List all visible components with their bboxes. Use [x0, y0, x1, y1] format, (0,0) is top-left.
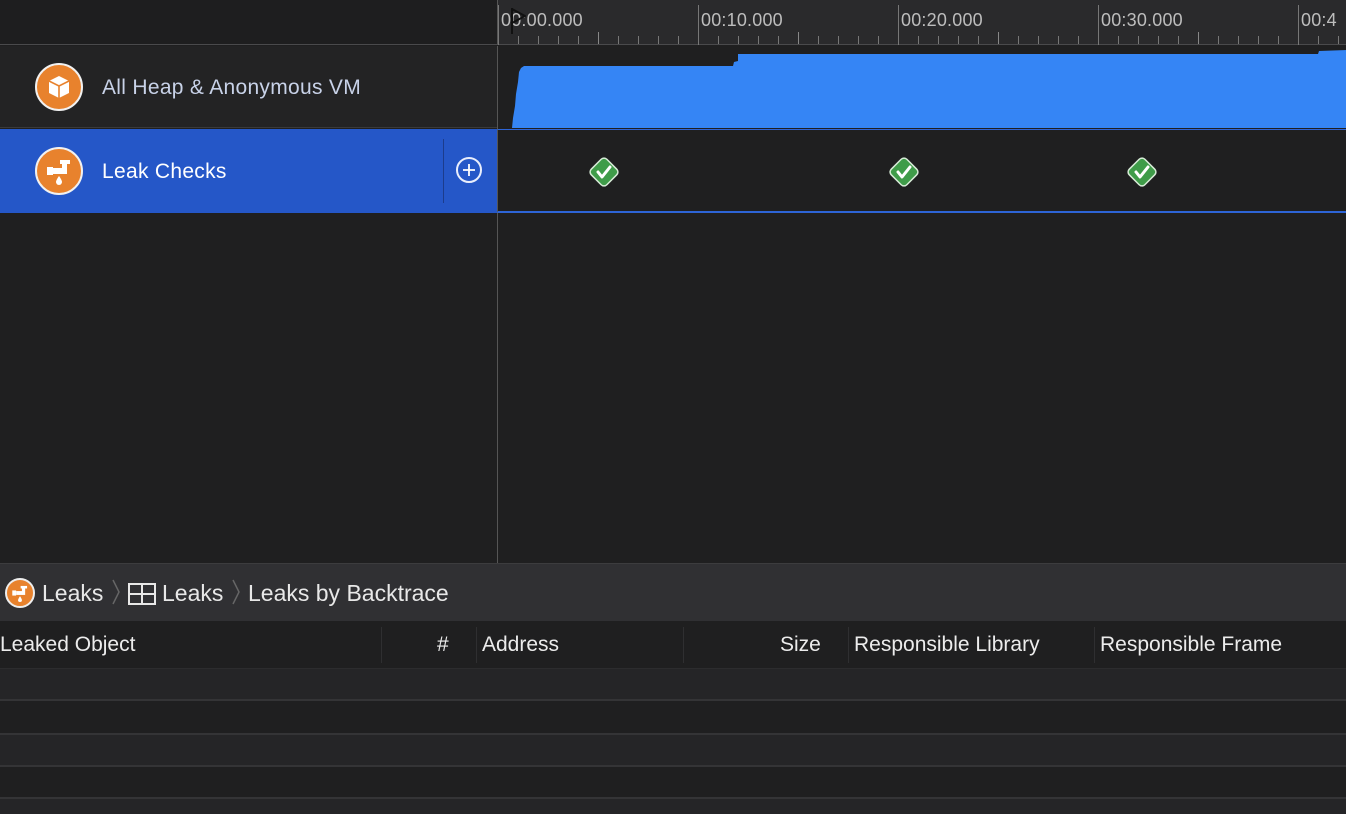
flag-icon[interactable]	[510, 7, 528, 35]
column-divider[interactable]	[1094, 627, 1095, 663]
breadcrumb-detail-view[interactable]: Leaks	[162, 580, 223, 607]
ruler-tick	[838, 36, 839, 44]
ruler-tick	[778, 36, 779, 44]
leak-check-passed-icon[interactable]	[888, 156, 920, 188]
leak-check-passed-icon[interactable]	[588, 156, 620, 188]
ruler-tick	[678, 36, 679, 44]
ruler-tick	[1098, 5, 1099, 45]
ruler-tick	[1078, 36, 1079, 44]
ruler-label-10: 00:10.000	[701, 10, 783, 30]
ruler-tick	[1258, 36, 1259, 44]
ruler-tick	[858, 36, 859, 44]
allocation-graph[interactable]	[497, 46, 1346, 129]
allocation-area-chart	[512, 50, 1346, 128]
ruler-tick	[1158, 36, 1159, 44]
ruler-tick	[558, 36, 559, 44]
column-size[interactable]: Size	[780, 633, 821, 657]
ruler-tick	[638, 36, 639, 44]
table-row[interactable]	[0, 799, 1346, 814]
ruler-tick	[1298, 5, 1299, 45]
leak-check-lane[interactable]	[497, 129, 1346, 213]
column-responsible-library[interactable]: Responsible Library	[854, 633, 1040, 657]
ruler-tick	[518, 36, 519, 44]
column-leaked-object[interactable]: Leaked Object	[0, 633, 135, 657]
column-divider[interactable]	[683, 627, 684, 663]
ruler-tick	[1218, 36, 1219, 44]
ruler-tick	[1318, 36, 1319, 44]
ruler-tick	[738, 36, 739, 44]
ruler-tick	[878, 36, 879, 44]
table-header: Leaked Object # Address Size Responsible…	[0, 621, 1346, 669]
timeline-ruler[interactable]: 00:00.000 00:10.000 00:20.000 00:30.000 …	[497, 0, 1346, 45]
track-list-header	[0, 0, 497, 45]
ruler-tick	[1038, 36, 1039, 44]
ruler-tick	[578, 36, 579, 44]
ruler-tick	[1338, 36, 1339, 44]
column-responsible-frame[interactable]: Responsible Frame	[1100, 633, 1282, 657]
ruler-tick	[998, 32, 999, 44]
track-all-heap[interactable]: All Heap & Anonymous VM	[0, 46, 497, 128]
column-count[interactable]: #	[437, 633, 449, 657]
ruler-tick	[798, 32, 799, 44]
ruler-tick	[818, 36, 819, 44]
ruler-tick	[758, 36, 759, 44]
breadcrumb-leaks-by-backtrace[interactable]: Leaks by Backtrace	[248, 580, 449, 607]
ruler-label-20: 00:20.000	[901, 10, 983, 30]
ruler-label-40: 00:4	[1301, 10, 1337, 30]
table-row[interactable]	[0, 735, 1346, 767]
ruler-tick	[1138, 36, 1139, 44]
ruler-tick	[918, 36, 919, 44]
table-row[interactable]	[0, 703, 1346, 735]
ruler-tick	[1118, 36, 1119, 44]
table-row[interactable]	[0, 669, 1346, 701]
add-filter-button[interactable]	[456, 157, 482, 183]
breadcrumb-instrument[interactable]: Leaks	[42, 580, 103, 607]
column-divider[interactable]	[476, 627, 477, 663]
ruler-tick	[1238, 36, 1239, 44]
ruler-label-30: 00:30.000	[1101, 10, 1183, 30]
leaking-pipe-icon	[5, 578, 35, 608]
chevron-right-icon	[232, 579, 240, 605]
divider	[443, 139, 444, 203]
ruler-tick	[718, 36, 719, 44]
ruler-tick	[938, 36, 939, 44]
ruler-tick	[658, 36, 659, 44]
table-row[interactable]	[0, 767, 1346, 799]
ruler-tick	[1178, 36, 1179, 44]
column-divider[interactable]	[848, 627, 849, 663]
leaking-pipe-icon	[35, 147, 83, 195]
column-divider[interactable]	[381, 627, 382, 663]
plus-circle-icon	[463, 164, 475, 176]
ruler-tick	[958, 36, 959, 44]
ruler-tick	[598, 32, 599, 44]
track-leak-checks[interactable]: Leak Checks	[0, 129, 497, 213]
ruler-tick	[1058, 36, 1059, 44]
breadcrumb: Leaks Leaks Leaks by Backtrace	[0, 563, 1346, 621]
ruler-tick	[538, 36, 539, 44]
track-title: Leak Checks	[102, 160, 227, 183]
track-list-empty-area	[0, 213, 497, 563]
ruler-tick	[1198, 32, 1199, 44]
ruler-tick	[1018, 36, 1019, 44]
ruler-tick	[618, 36, 619, 44]
track-title: All Heap & Anonymous VM	[102, 76, 362, 99]
ruler-tick	[498, 5, 499, 45]
column-address[interactable]: Address	[482, 633, 559, 657]
ruler-tick	[1278, 36, 1279, 44]
cube-icon	[35, 63, 83, 111]
leak-check-passed-icon[interactable]	[1126, 156, 1158, 188]
table-icon	[128, 583, 156, 605]
ruler-tick	[978, 36, 979, 44]
chevron-right-icon	[112, 579, 120, 605]
timeline-empty-area	[497, 213, 1346, 563]
ruler-tick	[698, 5, 699, 45]
ruler-tick	[898, 5, 899, 45]
